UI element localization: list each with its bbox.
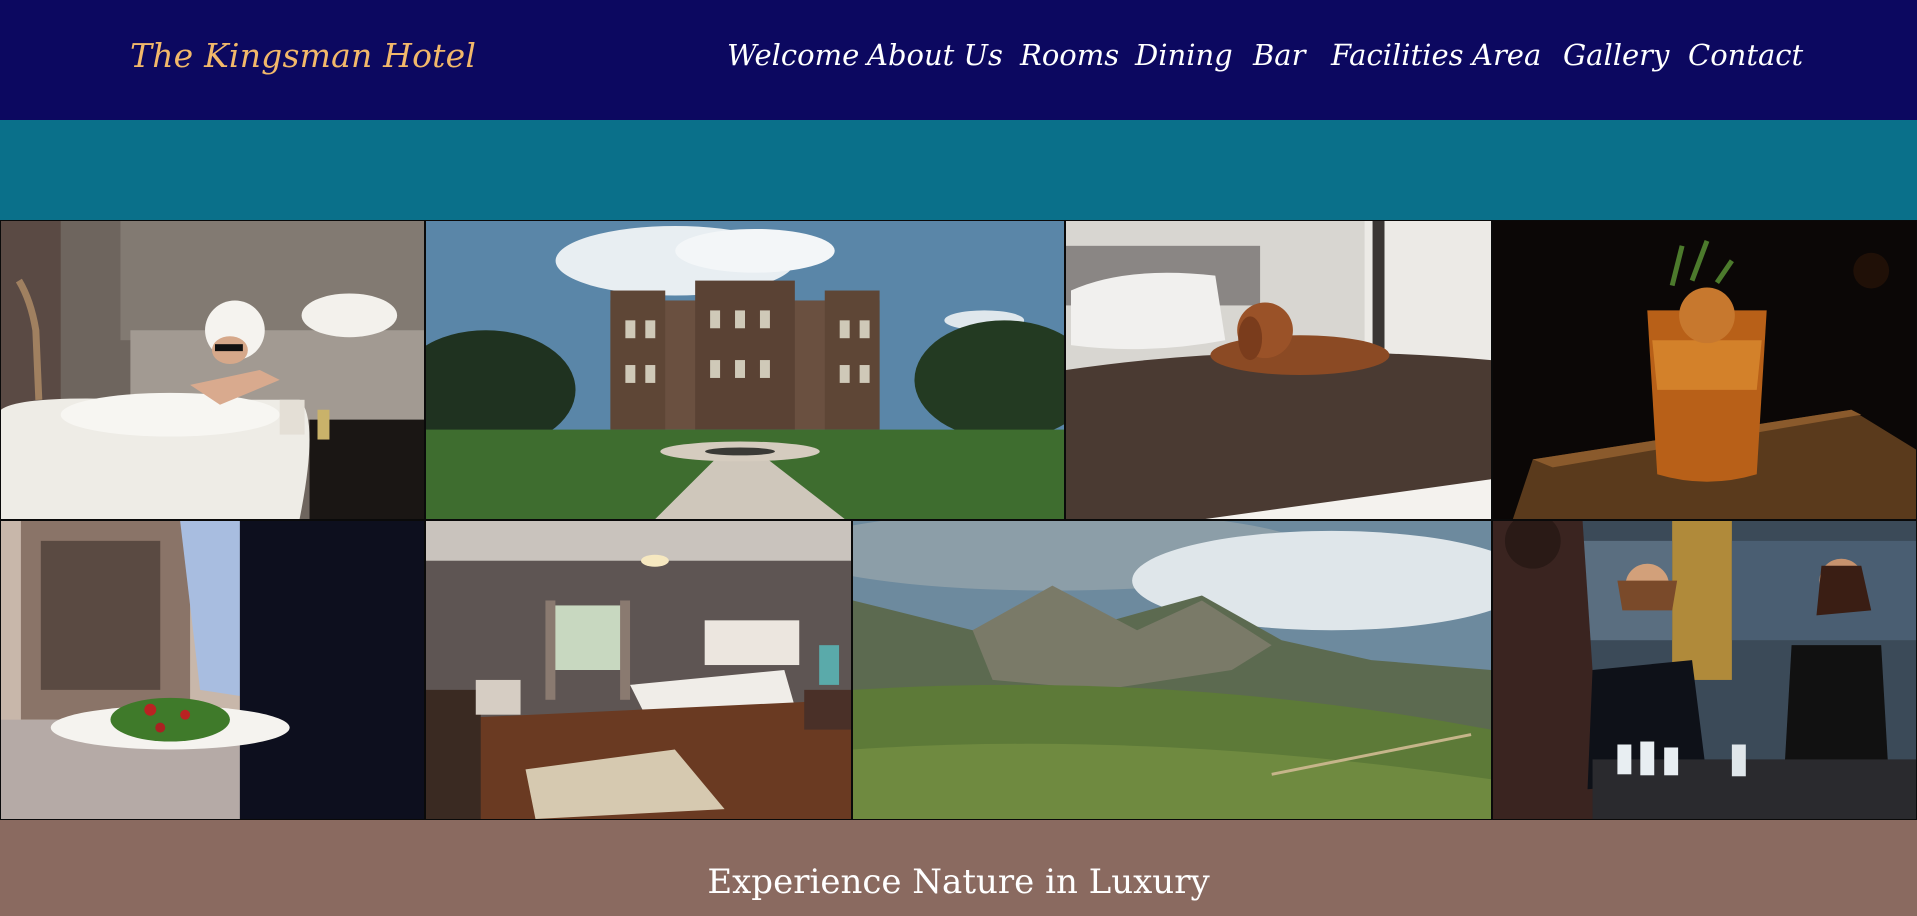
nav-contact[interactable]: Contact [1688,38,1803,72]
gallery-image-dog[interactable] [1065,220,1492,520]
gallery-image-bath[interactable] [0,220,425,520]
gallery-image-cocktail[interactable] [1492,220,1917,520]
nav-gallery[interactable]: Gallery [1563,38,1669,72]
gallery-image-mountains[interactable] [852,520,1492,820]
tagline-heading: Experience Nature in Luxury [707,862,1210,902]
gallery-image-bedroom[interactable] [425,520,852,820]
accent-band [0,120,1917,220]
site-footer: Experience Nature in Luxury [0,820,1917,916]
nav-facilities[interactable]: Facilities [1331,38,1463,72]
nav-rooms[interactable]: Rooms [1020,38,1119,72]
nav-welcome[interactable]: Welcome [727,38,859,72]
gallery-image-bartenders[interactable] [1492,520,1917,820]
site-header: The Kingsman Hotel Welcome About Us Room… [0,0,1917,120]
nav-area[interactable]: Area [1472,38,1541,72]
nav-dining[interactable]: Dining [1135,38,1233,72]
gallery-image-manor[interactable] [425,220,1065,520]
main-nav: Welcome About Us Rooms Dining Bar Facili… [0,38,1917,86]
gallery-image-waiter[interactable] [0,520,425,820]
photo-gallery [0,220,1917,820]
nav-about-us[interactable]: About Us [867,38,1003,72]
nav-bar[interactable]: Bar [1253,38,1305,72]
